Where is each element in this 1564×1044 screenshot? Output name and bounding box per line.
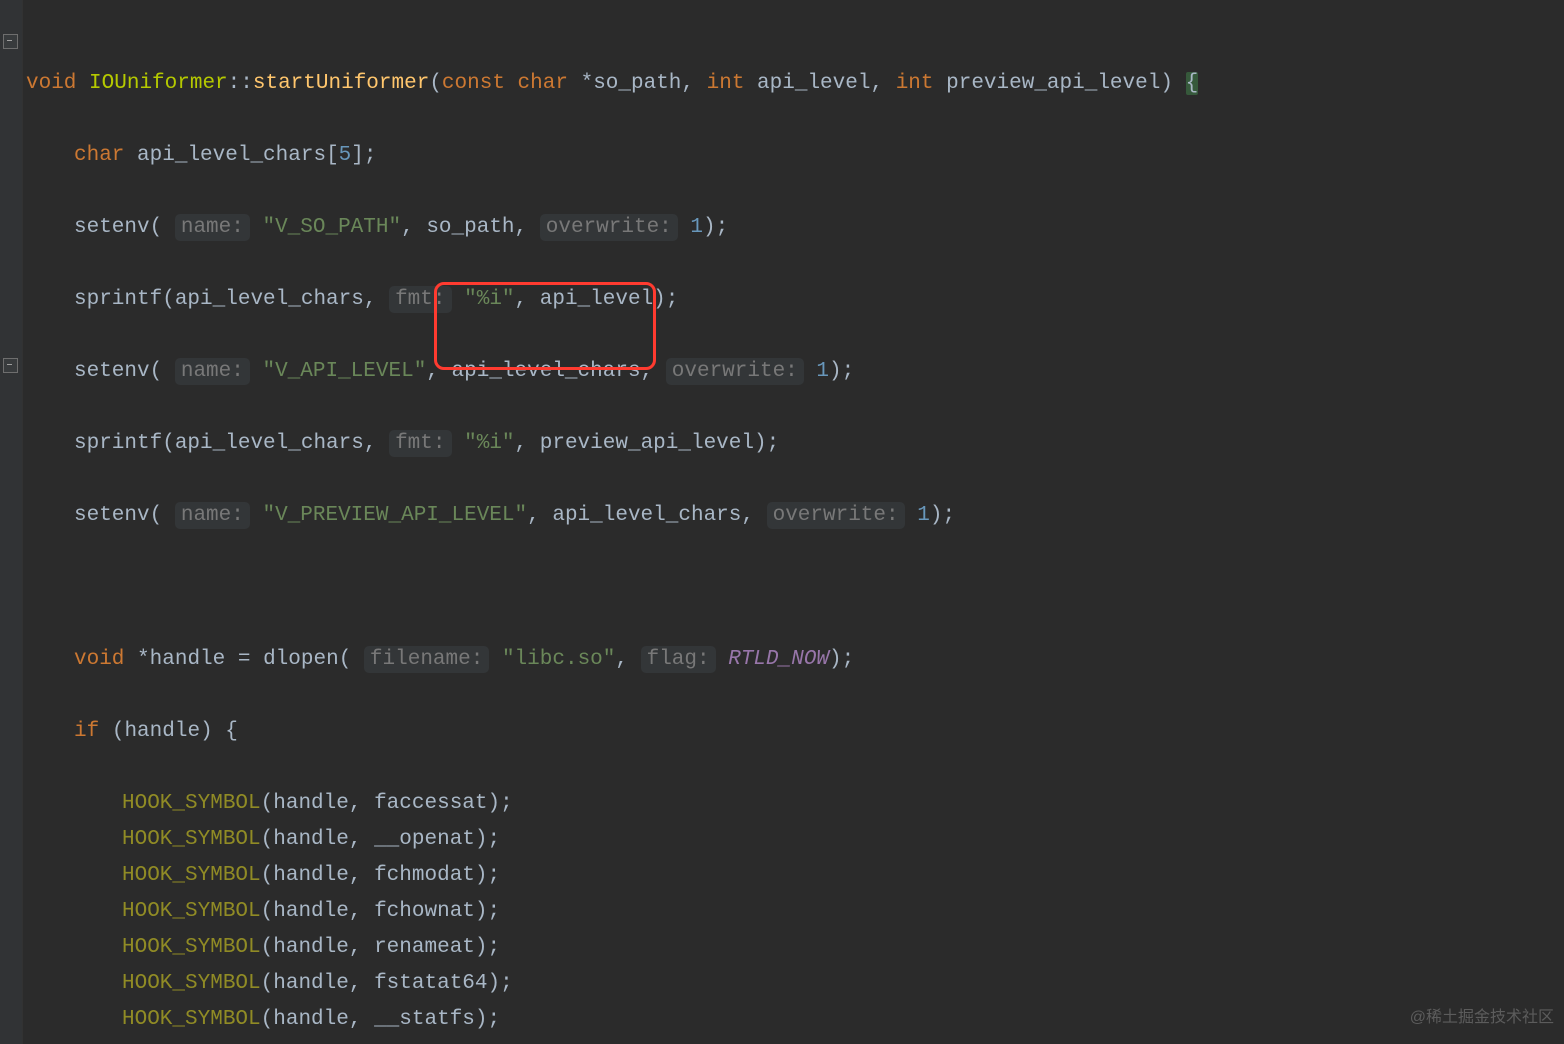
- fold-icon[interactable]: [3, 34, 18, 49]
- code-line: setenv( name: "V_PREVIEW_API_LEVEL", api…: [26, 498, 1564, 534]
- code-line: if (handle) {: [26, 714, 1564, 750]
- class-name: IOUniformer: [89, 72, 228, 95]
- editor-gutter: [0, 0, 23, 1044]
- code-line: sprintf(api_level_chars, fmt: "%i", api_…: [26, 282, 1564, 318]
- fold-icon[interactable]: [3, 358, 18, 373]
- code-line: setenv( name: "V_API_LEVEL", api_level_c…: [26, 354, 1564, 390]
- code-line: char api_level_chars[5];: [26, 138, 1564, 174]
- code-line: sprintf(api_level_chars, fmt: "%i", prev…: [26, 426, 1564, 462]
- code-line: [26, 570, 1564, 606]
- code-line: void IOUniformer::startUniformer(const c…: [26, 66, 1564, 102]
- code-line: HOOK_SYMBOL(handle, __openat);: [26, 822, 1564, 858]
- code-line: HOOK_SYMBOL(handle, faccessat);: [26, 786, 1564, 822]
- code-line: HOOK_SYMBOL(handle, __statfs);: [26, 1002, 1564, 1038]
- code-line: HOOK_SYMBOL(handle, renameat);: [26, 930, 1564, 966]
- code-line: void *handle = dlopen( filename: "libc.s…: [26, 642, 1564, 678]
- code-editor[interactable]: void IOUniformer::startUniformer(const c…: [26, 0, 1564, 1044]
- code-line: HOOK_SYMBOL(handle, fchownat);: [26, 894, 1564, 930]
- keyword-void: void: [26, 72, 76, 95]
- function-name: startUniformer: [253, 72, 429, 95]
- watermark: @稀土掘金技术社区: [1410, 1000, 1554, 1036]
- code-line: HOOK_SYMBOL(handle, __statfs64);: [26, 1038, 1564, 1044]
- code-line: HOOK_SYMBOL(handle, fchmodat);: [26, 858, 1564, 894]
- scope-op: ::: [228, 72, 253, 95]
- code-line: setenv( name: "V_SO_PATH", so_path, over…: [26, 210, 1564, 246]
- code-line: HOOK_SYMBOL(handle, fstatat64);: [26, 966, 1564, 1002]
